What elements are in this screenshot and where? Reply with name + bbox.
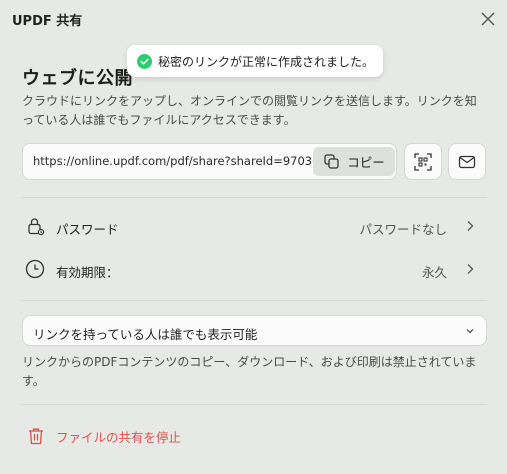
toast-message: 秘密のリンクが正常に作成されました。 <box>158 54 375 69</box>
expiry-value: 永久 <box>421 265 447 280</box>
share-link-url[interactable]: https://online.updf.com/pdf/share?shareI… <box>33 154 333 168</box>
close-button[interactable] <box>475 6 501 32</box>
password-label: パスワード <box>56 222 119 237</box>
trash-icon <box>29 428 43 445</box>
qr-code-button[interactable] <box>404 143 442 180</box>
share-link-field[interactable]: https://online.updf.com/pdf/share?shareI… <box>22 143 397 180</box>
stop-sharing-button[interactable]: ファイルの共有を停止 <box>26 424 181 448</box>
expiry-setting-row[interactable]: 有効期限： 永久 <box>22 255 487 285</box>
chevron-down-icon <box>466 329 474 334</box>
stop-sharing-label: ファイルの共有を停止 <box>56 429 182 445</box>
lock-icon <box>28 218 45 236</box>
check-circle-icon <box>137 53 152 69</box>
copy-button-label: コピー <box>347 155 385 170</box>
access-permission-value: リンクを持っている人は誰でも表示可能 <box>33 327 258 342</box>
clock-icon <box>25 259 45 279</box>
divider <box>22 404 487 405</box>
title-bar: UPDF 共有 <box>0 0 507 38</box>
window-title: UPDF 共有 <box>12 14 83 29</box>
success-toast: 秘密のリンクが正常に作成されました。 <box>127 45 383 77</box>
expiry-label: 有効期限： <box>56 265 119 280</box>
access-permission-select[interactable]: リンクを持っている人は誰でも表示可能 <box>22 315 487 346</box>
email-share-button[interactable] <box>448 143 486 180</box>
divider <box>22 300 487 301</box>
mail-icon <box>458 155 476 168</box>
copy-icon <box>324 153 339 169</box>
qr-code-icon <box>414 152 432 171</box>
close-icon <box>481 12 495 26</box>
password-setting-row[interactable]: パスワード パスワードなし <box>22 212 487 242</box>
copy-button[interactable]: コピー <box>313 147 395 176</box>
permission-note: リンクからのPDFコンテンツのコピー、ダウンロード、および印刷は禁止されています… <box>22 355 477 388</box>
chevron-right-icon <box>467 221 474 231</box>
password-value: パスワードなし <box>359 222 447 237</box>
description-text: クラウドにリンクをアップし、オンラインでの閲覧リンクを送信します。リンクを知って… <box>22 94 477 127</box>
divider <box>22 197 487 198</box>
page-title: ウェブに公開 <box>22 68 133 89</box>
chevron-right-icon <box>467 264 474 274</box>
